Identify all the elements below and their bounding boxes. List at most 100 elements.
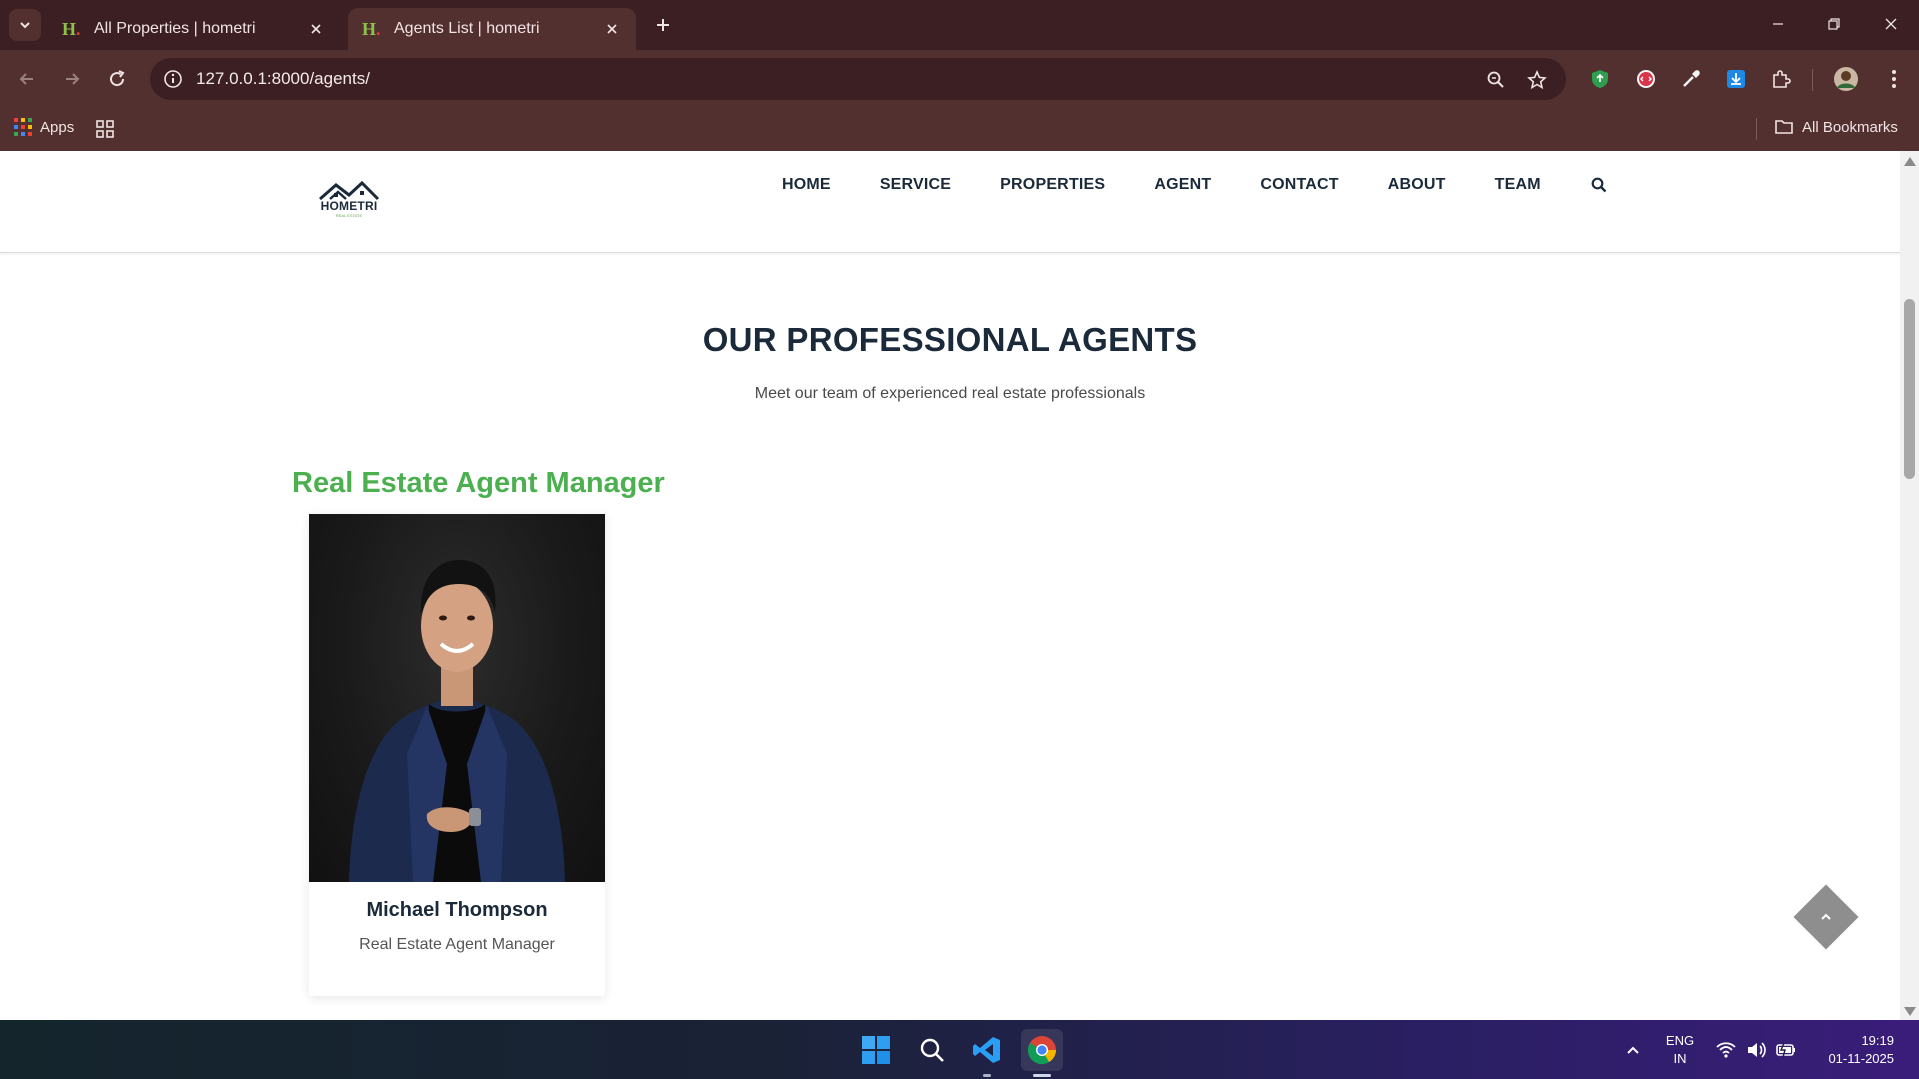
nav-about[interactable]: ABOUT	[1388, 176, 1446, 194]
system-clock[interactable]: 19:19 01-11-2025	[1808, 1032, 1894, 1068]
url-text: 127.0.0.1:8000/agents/	[196, 69, 370, 88]
apps-bookmark[interactable]: Apps	[14, 118, 74, 136]
arrow-left-icon	[19, 73, 33, 85]
page-scrollbar[interactable]	[1900, 151, 1919, 1020]
scrollbar-thumb[interactable]	[1904, 299, 1915, 479]
tab-title: Agents List | hometri	[394, 20, 540, 37]
logo-name: HOMETRI	[320, 199, 378, 213]
tab-groups-icon[interactable]	[94, 118, 116, 140]
tab-agents-list[interactable]: H. Agents List | hometri	[348, 8, 636, 50]
address-bar[interactable]: 127.0.0.1:8000/agents/	[150, 58, 1566, 100]
language-code: ENG	[1665, 1033, 1695, 1048]
scroll-up-arrow-icon[interactable]	[1904, 157, 1916, 166]
tab-title: All Properties | hometri	[94, 20, 256, 37]
chrome-active-indicator	[1033, 1074, 1051, 1077]
download-icon	[1727, 70, 1745, 88]
taskbar-search-button[interactable]	[911, 1029, 953, 1071]
close-window-button[interactable]	[1871, 10, 1911, 38]
bookmarks-separator	[1756, 118, 1757, 140]
zoom-icon	[1487, 71, 1504, 88]
scroll-down-arrow-icon[interactable]	[1904, 1007, 1916, 1016]
extension-devtools[interactable]	[1632, 65, 1660, 93]
hometri-favicon-icon: H.	[362, 19, 381, 39]
input-language-indicator[interactable]: ENG IN	[1662, 1032, 1698, 1068]
apps-label: Apps	[40, 118, 75, 136]
page-title: OUR PROFESSIONAL AGENTS	[702, 321, 1198, 358]
nav-contact[interactable]: CONTACT	[1260, 176, 1338, 194]
search-icon	[1591, 177, 1607, 193]
all-bookmarks-button[interactable]: All Bookmarks	[1774, 118, 1898, 136]
profile-avatar[interactable]	[1832, 65, 1860, 93]
vscode-icon	[973, 1037, 1000, 1063]
site-info-button[interactable]	[160, 66, 186, 92]
search-icon	[920, 1038, 944, 1062]
close-icon	[1885, 18, 1897, 30]
avatar-icon	[1834, 67, 1858, 91]
page-subtitle: Meet our team of experienced real estate…	[754, 385, 1146, 402]
browser-menu-button[interactable]	[1880, 65, 1908, 93]
tab-close-button[interactable]	[602, 19, 622, 39]
site-header: HOMETRI REAL ESTATE HOME SERVICE PROPERT…	[0, 151, 1900, 253]
house-logo-icon	[319, 180, 380, 201]
chrome-icon	[1027, 1036, 1056, 1065]
bookmarks-bar: Apps All Bookmarks	[0, 108, 1919, 151]
agent-role: Real Estate Agent Manager	[359, 936, 555, 953]
new-tab-button[interactable]	[650, 12, 676, 38]
apps-grid-icon	[14, 118, 32, 136]
volume-status[interactable]	[1744, 1038, 1768, 1062]
forward-button[interactable]	[57, 64, 87, 94]
taskbar-chrome[interactable]	[1021, 1029, 1063, 1071]
speaker-icon	[1748, 1042, 1766, 1058]
extensions-button[interactable]	[1767, 65, 1795, 93]
wifi-status[interactable]	[1714, 1038, 1738, 1062]
puzzle-icon	[1773, 70, 1791, 88]
nav-properties[interactable]: PROPERTIES	[1000, 176, 1105, 194]
windows-taskbar: ENG IN 19:19 01-11-2025	[0, 1020, 1919, 1079]
tab-close-button[interactable]	[306, 19, 326, 39]
logo-tagline: REAL ESTATE	[335, 213, 363, 218]
restore-icon	[1828, 18, 1840, 30]
minimize-icon	[1773, 23, 1783, 25]
bookmark-star-button[interactable]	[1524, 67, 1550, 93]
reload-button[interactable]	[102, 64, 132, 94]
page-viewport: HOMETRI REAL ESTATE HOME SERVICE PROPERT…	[0, 151, 1900, 1020]
extension-downloader[interactable]	[1722, 65, 1750, 93]
extension-eyedropper[interactable]	[1677, 65, 1705, 93]
nav-search-button[interactable]	[1590, 176, 1608, 194]
chevron-up-icon	[1627, 1046, 1639, 1054]
clock-date: 01-11-2025	[1828, 1051, 1894, 1066]
zoom-button[interactable]	[1483, 67, 1509, 93]
back-to-top-button[interactable]	[1793, 884, 1859, 950]
back-button[interactable]	[12, 64, 42, 94]
kebab-menu-icon	[1892, 70, 1896, 88]
plus-icon	[657, 19, 669, 31]
nav-home[interactable]: HOME	[782, 176, 831, 194]
tab-all-properties[interactable]: H. All Properties | hometri	[48, 8, 340, 50]
start-button[interactable]	[855, 1029, 897, 1071]
nav-team[interactable]: TEAM	[1495, 176, 1541, 194]
browser-tab-bar: H. All Properties | hometri H. Agents Li…	[0, 0, 1919, 50]
nav-agent[interactable]: AGENT	[1154, 176, 1211, 194]
vscode-running-indicator	[983, 1074, 991, 1077]
close-icon	[607, 24, 617, 34]
eyedropper-icon	[1683, 70, 1700, 87]
code-badge-icon	[1637, 70, 1655, 88]
agent-name: Michael Thompson	[366, 899, 548, 921]
chevron-up-icon	[1821, 913, 1831, 920]
extension-shield[interactable]	[1586, 65, 1614, 93]
agent-group-title: Real Estate Agent Manager	[292, 467, 665, 499]
browser-toolbar: 127.0.0.1:8000/agents/	[0, 50, 1919, 108]
nav-service[interactable]: SERVICE	[880, 176, 951, 194]
tray-overflow-button[interactable]	[1621, 1038, 1645, 1062]
toolbar-separator	[1812, 69, 1813, 91]
battery-charging-icon	[1776, 1042, 1795, 1058]
wifi-icon	[1716, 1042, 1736, 1058]
site-logo[interactable]: HOMETRI REAL ESTATE	[316, 179, 382, 221]
agent-card[interactable]: Michael Thompson Real Estate Agent Manag…	[309, 514, 605, 996]
battery-status[interactable]	[1774, 1038, 1798, 1062]
arrow-right-icon	[66, 73, 80, 85]
tab-search-button[interactable]	[9, 9, 41, 41]
taskbar-vscode[interactable]	[966, 1029, 1008, 1071]
restore-button[interactable]	[1814, 10, 1854, 38]
minimize-button[interactable]	[1758, 10, 1798, 38]
